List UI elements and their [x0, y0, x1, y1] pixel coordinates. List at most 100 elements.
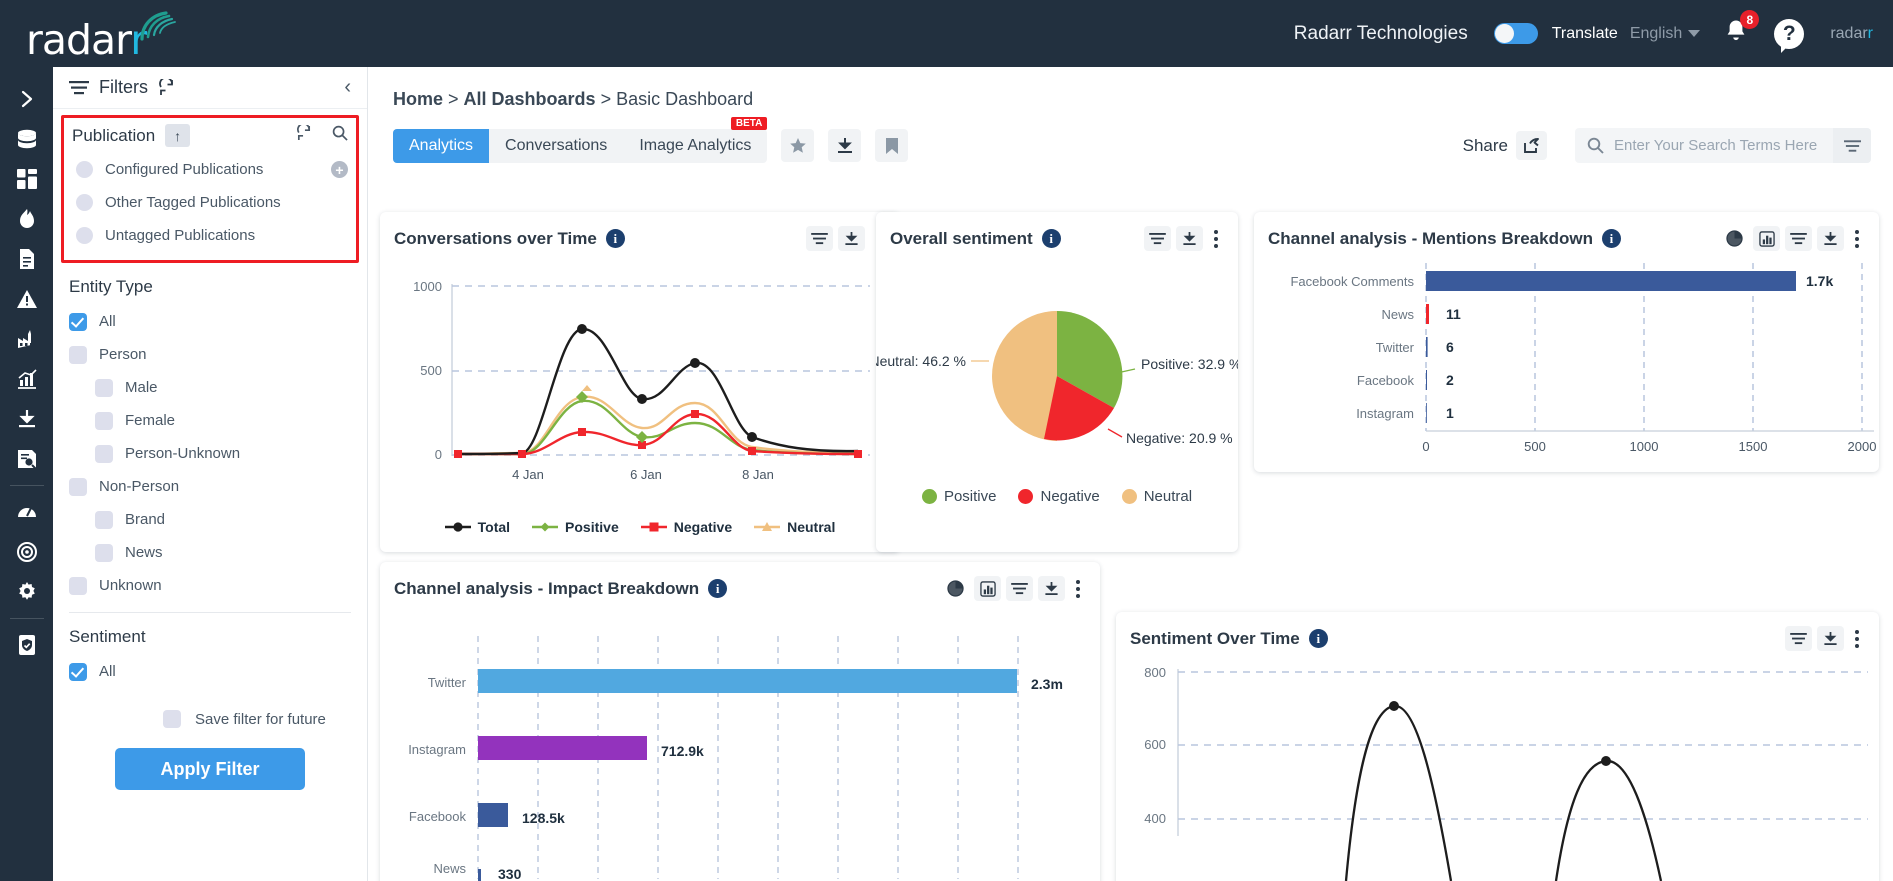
checkbox[interactable]	[69, 576, 87, 595]
legend-positive[interactable]: Positive	[532, 519, 619, 535]
user-avatar[interactable]: radarr	[1830, 25, 1873, 43]
card-menu-icon[interactable]	[1849, 629, 1865, 648]
translate-toggle[interactable]	[1493, 23, 1538, 44]
radarr-logo[interactable]: radarr	[26, 7, 184, 61]
breadcrumb-all-dashboards[interactable]: All Dashboards	[464, 89, 596, 109]
card-channel-analysis-mentions-breakdown: Channel analysis - Mentions Breakdown i …	[1254, 212, 1879, 472]
info-icon[interactable]: i	[1041, 229, 1061, 248]
publication-search-icon[interactable]	[332, 125, 348, 146]
bar-chart-toggle-icon[interactable]	[1753, 226, 1780, 251]
filter-icon[interactable]	[69, 80, 89, 96]
radio-button[interactable]	[76, 194, 93, 211]
entity-type-unknown[interactable]: Unknown	[53, 569, 367, 602]
card-download-icon[interactable]	[1038, 576, 1065, 601]
checkbox[interactable]	[95, 543, 113, 562]
entity-type-non-person[interactable]: Non-Person	[53, 470, 367, 503]
publication-option-configured[interactable]: Configured Publications +	[72, 153, 348, 186]
bookmark-icon[interactable]	[875, 129, 909, 162]
entity-type-brand[interactable]: Brand	[53, 503, 367, 536]
checkbox[interactable]	[95, 378, 113, 397]
info-icon[interactable]: i	[605, 229, 625, 248]
card-download-icon[interactable]	[1817, 626, 1844, 651]
checkbox[interactable]	[95, 444, 113, 463]
legend-neutral[interactable]: Neutral	[754, 519, 835, 535]
pie-chart-toggle-icon[interactable]	[1721, 226, 1748, 251]
favorite-star-icon[interactable]	[781, 129, 815, 162]
download-dashboard-icon[interactable]	[828, 129, 862, 162]
tab-analytics[interactable]: Analytics	[393, 128, 490, 163]
speedometer-icon[interactable]	[9, 492, 45, 532]
checkbox[interactable]	[69, 477, 87, 496]
collapse-panel-icon[interactable]: ‹	[344, 76, 351, 99]
share-label[interactable]: Share	[1463, 136, 1508, 156]
checkbox[interactable]	[69, 345, 87, 364]
entity-type-person-unknown[interactable]: Person-Unknown	[53, 437, 367, 470]
info-icon[interactable]: i	[708, 579, 728, 598]
entity-type-male[interactable]: Male	[53, 371, 367, 404]
search-filter-icon[interactable]	[1833, 128, 1871, 163]
apply-filter-button[interactable]: Apply Filter	[115, 748, 305, 790]
chart-line-icon[interactable]	[9, 359, 45, 399]
legend-negative[interactable]: Negative	[640, 519, 732, 535]
entity-type-news[interactable]: News	[53, 536, 367, 569]
notifications-button[interactable]: 8	[1724, 10, 1760, 49]
checkbox[interactable]	[69, 312, 87, 331]
add-publication-icon[interactable]: +	[331, 161, 348, 178]
download-icon[interactable]	[9, 399, 45, 439]
settings-gear-icon[interactable]	[9, 572, 45, 612]
info-icon[interactable]: i	[1308, 629, 1328, 648]
entity-type-female[interactable]: Female	[53, 404, 367, 437]
share-icon[interactable]	[1516, 131, 1547, 160]
expand-panel-icon[interactable]	[9, 79, 45, 119]
sentiment-all[interactable]: All	[53, 655, 367, 688]
search-input[interactable]	[1614, 137, 1819, 154]
card-filter-icon[interactable]	[806, 226, 833, 251]
pie-chart-toggle-icon[interactable]	[942, 576, 969, 601]
target-icon[interactable]	[9, 532, 45, 572]
database-icon[interactable]	[9, 119, 45, 159]
checkbox[interactable]	[95, 510, 113, 529]
tab-image-analytics[interactable]: Image Analytics	[623, 129, 767, 163]
document-icon[interactable]	[9, 239, 45, 279]
factory-analytics-icon[interactable]	[9, 319, 45, 359]
publication-option-other-tagged[interactable]: Other Tagged Publications	[72, 186, 348, 219]
publication-option-untagged[interactable]: Untagged Publications	[72, 219, 348, 252]
chevron-down-icon[interactable]	[1688, 30, 1701, 37]
card-download-icon[interactable]	[1817, 226, 1844, 251]
tab-conversations[interactable]: Conversations	[489, 129, 623, 163]
card-menu-icon[interactable]	[1208, 229, 1224, 248]
legend-negative[interactable]: Negative	[1018, 488, 1100, 505]
info-icon[interactable]: i	[1601, 229, 1621, 248]
legend-positive[interactable]: Positive	[921, 488, 996, 505]
entity-type-person[interactable]: Person	[53, 338, 367, 371]
publication-refresh-icon[interactable]	[296, 122, 312, 146]
legend-total[interactable]: Total	[444, 519, 510, 535]
checkbox[interactable]	[95, 411, 113, 430]
save-filter-row[interactable]: Save filter for future	[53, 710, 367, 728]
card-filter-icon[interactable]	[1144, 226, 1171, 251]
entity-type-all[interactable]: All	[53, 305, 367, 338]
language-label[interactable]: English	[1630, 25, 1682, 43]
legend-neutral[interactable]: Neutral	[1121, 488, 1192, 505]
card-menu-icon[interactable]	[1070, 579, 1086, 598]
bar-chart-toggle-icon[interactable]	[974, 576, 1001, 601]
card-filter-icon[interactable]	[1785, 226, 1812, 251]
radio-button[interactable]	[76, 161, 93, 178]
shield-document-icon[interactable]	[9, 625, 45, 665]
card-menu-icon[interactable]	[1849, 229, 1865, 248]
search-document-icon[interactable]	[9, 439, 45, 479]
dashboard-grid-icon[interactable]	[9, 159, 45, 199]
alert-triangle-icon[interactable]	[9, 279, 45, 319]
trending-fire-icon[interactable]	[9, 199, 45, 239]
card-filter-icon[interactable]	[1006, 576, 1033, 601]
checkbox[interactable]	[69, 662, 87, 681]
sort-ascending-button[interactable]: ↑	[165, 124, 191, 147]
card-download-icon[interactable]	[838, 226, 865, 251]
help-icon[interactable]: ?	[1774, 18, 1805, 53]
breadcrumb-home[interactable]: Home	[393, 89, 443, 109]
radio-button[interactable]	[76, 227, 93, 244]
card-filter-icon[interactable]	[1785, 626, 1812, 651]
refresh-icon[interactable]	[158, 79, 175, 96]
save-filter-checkbox[interactable]	[163, 710, 181, 728]
card-download-icon[interactable]	[1176, 226, 1203, 251]
